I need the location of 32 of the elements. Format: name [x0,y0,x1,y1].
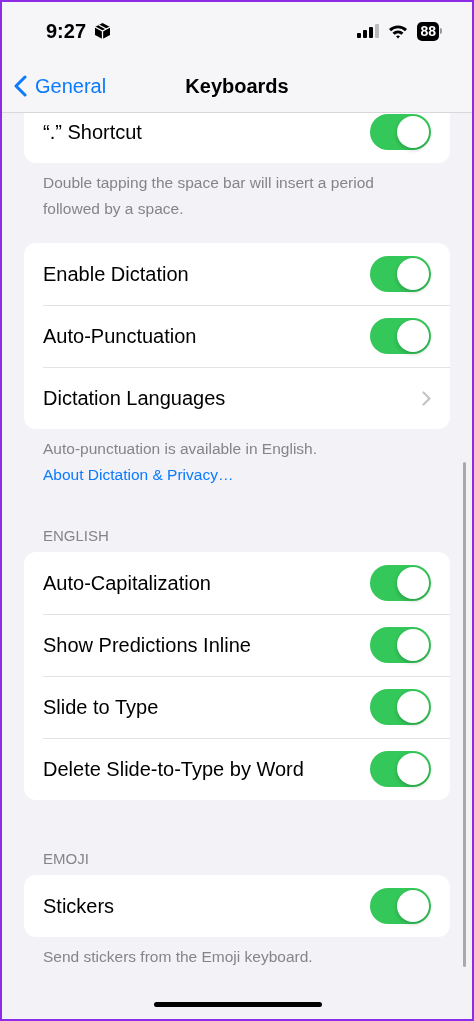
row-label: Slide to Type [43,695,160,719]
back-chevron-icon[interactable] [14,75,27,97]
cube-icon [94,22,112,40]
toggle-switch[interactable] [370,751,431,787]
toggle-switch[interactable] [370,689,431,725]
section-header: EMOJI [42,850,90,869]
clock-time: 9:27 [46,19,87,43]
toggle-switch[interactable] [370,114,431,150]
footer-note: Send stickers from the Emoji keyboard. [42,947,314,967]
privacy-link[interactable]: About Dictation & Privacy… [43,465,234,483]
footer-note: Auto-punctuation is available in English. About Dictation & Privacy… [42,439,318,485]
toggle-switch[interactable] [370,318,431,354]
toggle-switch[interactable] [370,565,431,601]
chevron-icon[interactable] [422,390,431,406]
row-label: Dictation Languages [43,386,227,410]
signal-icon [357,24,380,38]
battery-icon: 88 [417,21,442,41]
toggle-switch[interactable] [370,627,431,663]
toggle-switch[interactable] [370,888,431,924]
page-title: Keyboards [185,74,289,98]
back-button[interactable]: General [14,74,107,98]
row-label: Show Predictions Inline [43,633,252,657]
row-label: Stickers [43,894,116,918]
section-header: ENGLISH [42,527,110,546]
row-label: Delete Slide-to-Type by Word [43,757,305,781]
row-label: Auto-Punctuation [43,324,198,348]
wifi-icon [388,23,409,39]
toggle-switch[interactable] [370,256,431,292]
footer-note: Double tapping the space bar will insert a period followed by a space. [42,173,375,219]
row-label: Enable Dictation [43,262,190,286]
row-label: “.” Shortcut [43,120,143,144]
row-label: Auto-Capitalization [43,571,212,595]
